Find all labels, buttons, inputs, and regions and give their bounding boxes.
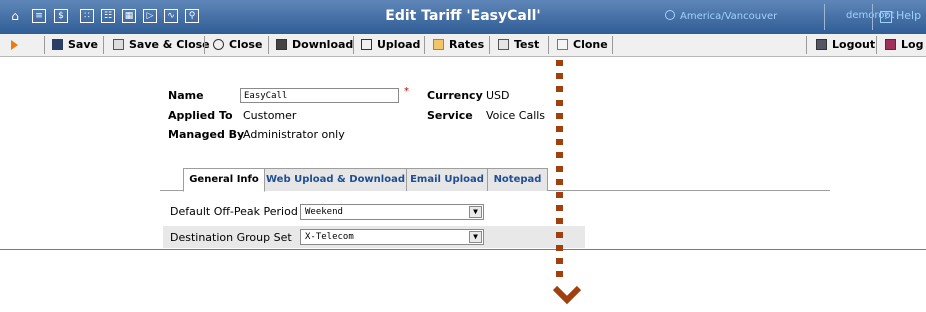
close-button[interactable]: Close [213,34,262,56]
name-label: Name [168,89,204,102]
content-area [0,56,926,250]
toolbar-separator [268,36,269,54]
toolbar-separator [44,36,45,54]
guide-dot [556,139,563,146]
timezone-link[interactable]: America/Vancouver [665,10,777,22]
guide-dot [556,244,563,251]
upload-button[interactable]: Upload [361,34,420,56]
rates-icon [433,39,444,50]
guide-dot [556,271,563,278]
destination-group-select[interactable]: X-Telecom ▼ [300,229,484,245]
guide-dot [556,218,563,225]
guide-dot [556,126,563,132]
save-button[interactable]: Save [52,34,98,56]
currency-value: USD [486,89,510,102]
test-button[interactable]: Test [498,34,539,56]
service-label: Service [427,109,473,122]
logout-icon [816,39,827,50]
destination-group-value: X-Telecom [305,232,354,242]
guide-dot [556,205,563,212]
toolbar-separator [612,36,613,54]
toolbar-separator [353,36,354,54]
guide-dot [556,258,563,264]
guide-dot [556,152,563,159]
logout-label: Logout [832,38,876,51]
offpeak-select[interactable]: Weekend ▼ [300,204,484,220]
guide-dot [556,73,563,80]
floppy-icon [52,39,63,50]
download-label: Download [292,38,354,51]
timezone-label: America/Vancouver [680,11,778,22]
toolbar-separator [806,36,807,54]
clone-button[interactable]: Clone [557,34,608,56]
help-icon: ? [880,11,892,23]
name-field[interactable] [240,88,399,103]
top-navigation-bar: ⌂ ≡ $ ∷ ☷ ▦ ▷ ∿ ⚲ Edit Tariff 'EasyCall'… [0,0,926,34]
log-button[interactable]: Log [885,34,923,56]
download-button[interactable]: Download [276,34,353,56]
service-value: Voice Calls [486,109,546,122]
toolbar-marker-icon [11,40,18,50]
applied-to-value: Customer [243,109,297,122]
guide-dot [556,112,563,119]
guide-dot [556,231,563,238]
save-close-button[interactable]: Save & Close [113,34,210,56]
required-marker: * [404,86,409,97]
test-label: Test [514,38,540,51]
logout-button[interactable]: Logout [816,34,875,56]
managed-by-value: Administrator only [243,128,345,141]
rates-label: Rates [449,38,485,51]
clone-label: Clone [573,38,608,51]
toolbar-separator [876,36,877,54]
log-icon [885,39,896,50]
clock-icon [665,10,675,20]
offpeak-value: Weekend [305,207,343,217]
nav-divider [872,4,873,30]
toolbar-separator [548,36,549,54]
log-label: Log [901,38,924,51]
tab-web-upload-download[interactable]: Web Upload & Download [264,168,407,191]
download-icon [276,39,287,50]
test-icon [498,39,509,50]
save-label: Save [68,38,98,51]
rates-button[interactable]: Rates [433,34,484,56]
guide-dot [556,178,563,185]
upload-icon [361,39,372,50]
chevron-down-icon: ▼ [469,206,482,218]
clone-icon [557,39,568,50]
toolbar-separator [204,36,205,54]
upload-label: Upload [377,38,421,51]
currency-label: Currency [427,89,483,102]
destination-group-label: Destination Group Set [170,231,292,244]
offpeak-label: Default Off-Peak Period [170,205,298,218]
guide-dot [556,192,563,198]
applied-to-label: Applied To [168,109,233,122]
managed-by-label: Managed By [168,128,245,141]
tab-notepad[interactable]: Notepad [487,168,548,191]
close-icon [213,39,224,50]
save-close-label: Save & Close [129,38,210,51]
close-label: Close [229,38,263,51]
guide-dot [556,60,563,66]
floppy-close-icon [113,39,124,50]
guide-dot [556,165,563,172]
down-arrow-icon [553,286,581,305]
guide-dot [556,99,563,106]
help-link[interactable]: ? Help [880,9,921,23]
guide-dot [556,86,563,93]
help-label: Help [896,9,922,22]
toolbar-separator [103,36,104,54]
toolbar-separator [489,36,490,54]
page-title: Edit Tariff 'EasyCall' [385,8,541,24]
toolbar-separator [424,36,425,54]
tab-email-upload[interactable]: Email Upload [406,168,488,191]
nav-divider [824,4,825,30]
chevron-down-icon: ▼ [469,231,482,243]
tab-general-info[interactable]: General Info [183,168,265,192]
action-toolbar: Save Save & Close Close Download Upload … [0,34,926,57]
